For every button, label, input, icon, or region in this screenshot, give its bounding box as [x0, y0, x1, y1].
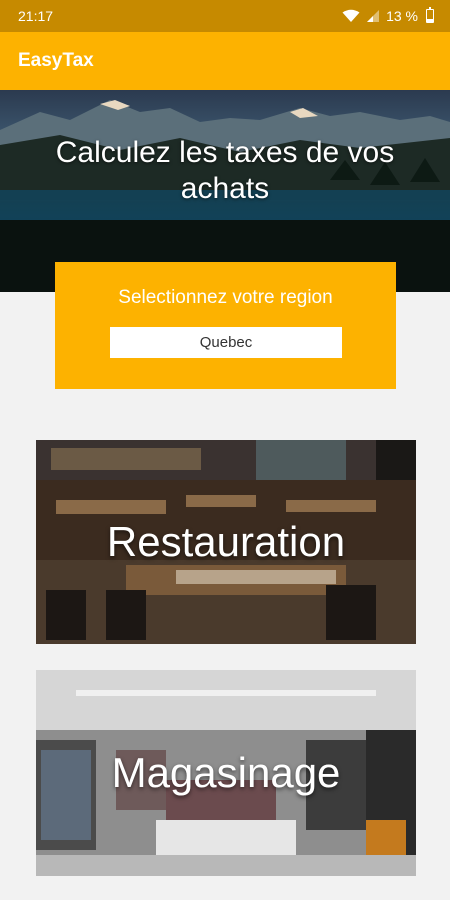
signal-icon — [367, 10, 380, 22]
app-bar: EasyTax — [0, 32, 450, 90]
battery-percent: 13 % — [386, 8, 418, 24]
category-label: Restauration — [106, 518, 346, 565]
wifi-icon — [342, 9, 360, 22]
battery-icon — [426, 6, 434, 23]
app-title: EasyTax — [18, 50, 94, 71]
region-label: Selectionnez votre region — [118, 287, 333, 308]
status-icons: 13 % — [342, 6, 434, 24]
category-label: Magasinage — [111, 749, 341, 796]
status-time: 21:17 — [18, 8, 54, 24]
region-select[interactable]: Quebec — [110, 327, 342, 358]
category-magasinage[interactable]: Magasinage — [36, 670, 416, 876]
hero-title: Calculez les taxes de vos achats — [55, 136, 395, 205]
status-bar: 21:17 13 % — [0, 0, 450, 32]
category-restauration[interactable]: Restauration — [36, 440, 416, 644]
region-card: Selectionnez votre region Quebec — [55, 262, 396, 389]
